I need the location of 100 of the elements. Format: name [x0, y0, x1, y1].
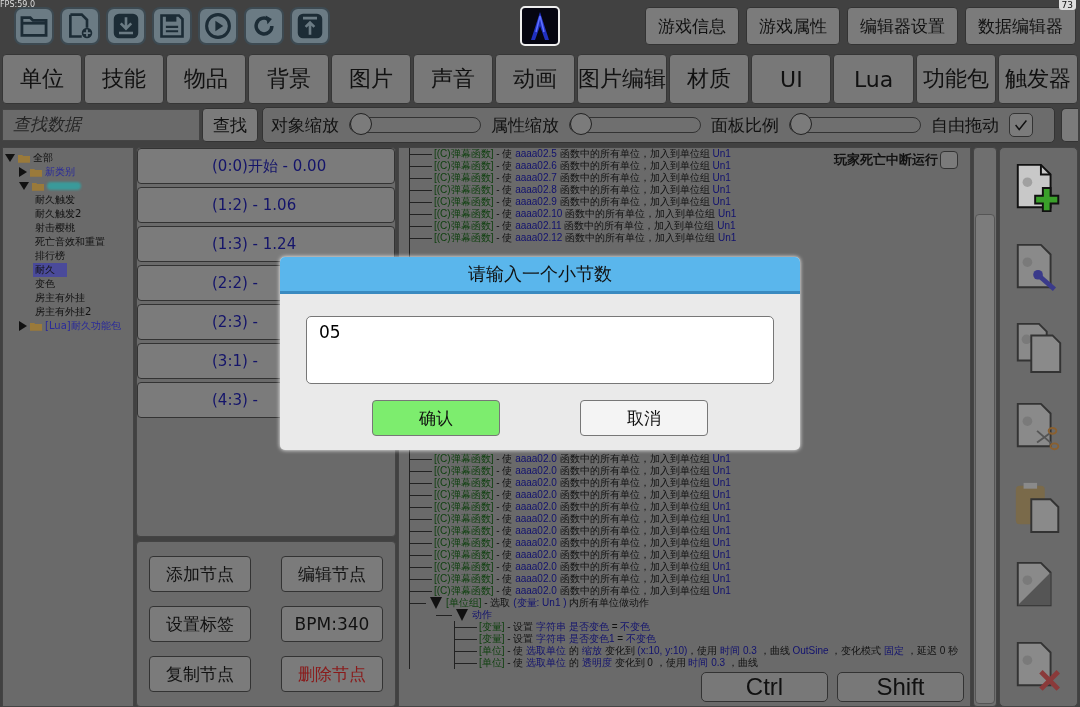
folder-icon [19, 13, 49, 39]
slider-label: 属性缩放 [491, 113, 559, 137]
toolbar-button[interactable] [1061, 108, 1078, 142]
trigger-line[interactable]: [(C)弹幕函数] - 使 aaaa02.0 函数中的所有单位，加入到单位组 Un1 [410, 573, 731, 585]
tree-item[interactable]: 耐久触发 [33, 193, 77, 207]
trigger-line[interactable]: [(C)弹幕函数] - 使 aaaa02.5 函数中的所有单位，加入到单位组 Un1 [410, 148, 731, 160]
category-tab[interactable]: 图片 [330, 54, 411, 104]
trigger-line[interactable]: [(C)弹幕函数] - 使 aaaa02.0 函数中的所有单位，加入到单位组 Un1 [410, 513, 731, 525]
open-button[interactable] [14, 7, 54, 45]
refresh-button[interactable] [244, 7, 284, 45]
slider-thumb[interactable] [350, 113, 372, 135]
dialog-button[interactable]: 确认 [372, 400, 500, 436]
dialog-button[interactable]: 取消 [580, 400, 708, 436]
node-action-button[interactable]: 编辑节点 [281, 556, 383, 592]
category-tab[interactable]: Lua [833, 54, 914, 104]
collapse-arrow-icon[interactable] [430, 597, 442, 609]
tree-item[interactable]: 变色 [33, 277, 57, 291]
play-button[interactable] [198, 7, 238, 45]
node-action-button[interactable]: 添加节点 [149, 556, 251, 592]
node-action-button[interactable]: 复制节点 [149, 656, 251, 692]
trigger-line[interactable]: [(C)弹幕函数] - 使 aaaa02.0 函数中的所有单位，加入到单位组 Un1 [410, 465, 731, 477]
corner-badge: 73 [1058, 0, 1076, 10]
trigger-line[interactable]: [(C)弹幕函数] - 使 aaaa02.9 函数中的所有单位，加入到单位组 Un1 [410, 196, 731, 208]
tree-item[interactable]: 房主有外挂 [33, 291, 87, 305]
category-tab[interactable]: 触发器 [997, 54, 1078, 104]
node-item[interactable]: (1:2) - 1.06 [137, 187, 395, 223]
category-tab[interactable]: 材质 [669, 54, 750, 104]
node-action-button[interactable]: 删除节点 [281, 656, 383, 692]
trigger-line[interactable]: [(C)弹幕函数] - 使 aaaa02.0 函数中的所有单位，加入到单位组 Un1 [410, 585, 731, 597]
trigger-line[interactable]: [(C)弹幕函数] - 使 aaaa02.0 函数中的所有单位，加入到单位组 Un1 [410, 561, 731, 573]
trigger-line[interactable]: [(C)弹幕函数] - 使 aaaa02.0 函数中的所有单位，加入到单位组 Un1 [410, 477, 731, 489]
download-button[interactable] [106, 7, 146, 45]
upload-icon [296, 12, 324, 40]
new-file-button[interactable] [60, 7, 100, 45]
dialog-title: 请输入一个小节数 [280, 257, 800, 294]
category-tab[interactable]: UI [751, 54, 832, 104]
menu-button[interactable]: 游戏属性 [746, 7, 840, 45]
trigger-line[interactable]: [(C)弹幕函数] - 使 aaaa02.0 函数中的所有单位，加入到单位组 Un1 [410, 489, 731, 501]
folder-icon [30, 321, 42, 331]
checkbox-label: 自由拖动 [931, 113, 999, 137]
trigger-line[interactable]: [(C)弹幕函数] - 使 aaaa02.0 函数中的所有单位，加入到单位组 Un1 [410, 525, 731, 537]
tree-item[interactable]: 死亡音效和重置 [33, 235, 107, 249]
category-tab[interactable]: 功能包 [915, 54, 996, 104]
trigger-line[interactable]: [变量] - 设置 字符串 是否变色1 = 不变色 [455, 633, 656, 645]
tree-item[interactable]: 耐久 [33, 263, 67, 277]
category-tab[interactable]: 物品 [166, 54, 247, 104]
trigger-line[interactable]: [(C)弹幕函数] - 使 aaaa02.12 函数中的所有单位，加入到单位组 Un1 [410, 232, 737, 244]
search-field[interactable]: 查找数据 [2, 109, 200, 141]
node-item[interactable]: (1:3) - 1.24 [137, 226, 395, 262]
new-file-icon [66, 12, 94, 40]
category-tab[interactable]: 技能 [84, 54, 165, 104]
slider-thumb[interactable] [570, 113, 592, 135]
upload-button[interactable] [290, 7, 330, 45]
tree-item[interactable]: 耐久触发2 [33, 207, 84, 221]
input-field[interactable]: 05 [306, 316, 774, 384]
folder-icon [30, 167, 42, 177]
trigger-line[interactable]: [变量] - 设置 字符串 是否变色 = 不变色 [455, 621, 651, 633]
checkbox[interactable] [940, 151, 958, 169]
trigger-line[interactable]: [(C)弹幕函数] - 使 aaaa02.0 函数中的所有单位，加入到单位组 Un1 [410, 453, 731, 465]
category-tab[interactable]: 声音 [412, 54, 493, 104]
tree-item[interactable]: 排行榜 [33, 249, 67, 263]
folder-icon [18, 153, 30, 163]
save-icon [158, 12, 186, 40]
menu-button[interactable]: 编辑器设置 [847, 7, 958, 45]
node-action-button[interactable]: 设置标签 [149, 606, 251, 642]
checkbox[interactable] [1009, 113, 1033, 137]
save-button[interactable] [152, 7, 192, 45]
category-tab[interactable]: 单位 [2, 54, 83, 104]
folder-icon [32, 181, 44, 191]
logo-icon [520, 6, 560, 46]
key-button[interactable]: Shift [837, 672, 964, 702]
scrollbar-thumb[interactable] [975, 214, 995, 704]
trigger-line[interactable]: [(C)弹幕函数] - 使 aaaa02.0 函数中的所有单位，加入到单位组 Un1 [410, 549, 731, 561]
tree-item[interactable]: 射击樱桃 [33, 221, 77, 235]
collapse-arrow-icon[interactable] [456, 609, 468, 621]
fps-counter: FPS:59.0 [0, 0, 35, 9]
trigger-line[interactable]: 动作 [472, 609, 492, 621]
category-tab[interactable]: 图片编辑 [577, 54, 668, 104]
slider-label: 对象缩放 [271, 113, 339, 137]
trigger-line[interactable]: [(C)弹幕函数] - 使 aaaa02.10 函数中的所有单位，加入到单位组 Un1 [410, 208, 737, 220]
search-button[interactable]: 查找 [202, 108, 258, 142]
menu-button[interactable]: 数据编辑器 [965, 7, 1076, 45]
category-tab[interactable]: 背景 [248, 54, 329, 104]
node-item[interactable]: (0:0)开始 - 0.00 [137, 148, 395, 184]
trigger-line[interactable]: [(C)弹幕函数] - 使 aaaa02.0 函数中的所有单位，加入到单位组 Un1 [410, 537, 731, 549]
trigger-line[interactable]: [(C)弹幕函数] - 使 aaaa02.6 函数中的所有单位，加入到单位组 Un1 [410, 160, 731, 172]
trigger-line[interactable]: [(C)弹幕函数] - 使 aaaa02.0 函数中的所有单位，加入到单位组 Un1 [410, 501, 731, 513]
trigger-line[interactable]: [(C)弹幕函数] - 使 aaaa02.11 函数中的所有单位，加入到单位组 Un1 [410, 220, 736, 232]
node-action-button[interactable]: BPM:340 [281, 606, 383, 642]
key-button[interactable]: Ctrl [701, 672, 828, 702]
slider-thumb[interactable] [790, 113, 812, 135]
category-tab[interactable]: 动画 [495, 54, 576, 104]
trigger-line[interactable]: [单位] - 使 选取单位 的 缩放 变化到 (x:10, y:10)，使用 时间 0.3 ，曲线 OutSine ，变化模式 固定 ，延迟 0 秒 [455, 645, 959, 657]
trigger-line[interactable]: [(C)弹幕函数] - 使 aaaa02.8 函数中的所有单位，加入到单位组 Un1 [410, 184, 731, 196]
trigger-line[interactable]: [(C)弹幕函数] - 使 aaaa02.7 函数中的所有单位，加入到单位组 Un1 [410, 172, 731, 184]
tree-item[interactable]: 全部 [33, 151, 53, 165]
tree-item[interactable]: 房主有外挂2 [33, 305, 94, 319]
trigger-line[interactable]: [单位组] - 选取 (变量: Un1 ) 内所有单位做动作 [446, 597, 650, 609]
trigger-line[interactable]: [单位] - 使 选取单位 的 透明度 变化到 0 ，使用 时间 0.3 ，曲线 [455, 657, 758, 669]
menu-button[interactable]: 游戏信息 [645, 7, 739, 45]
